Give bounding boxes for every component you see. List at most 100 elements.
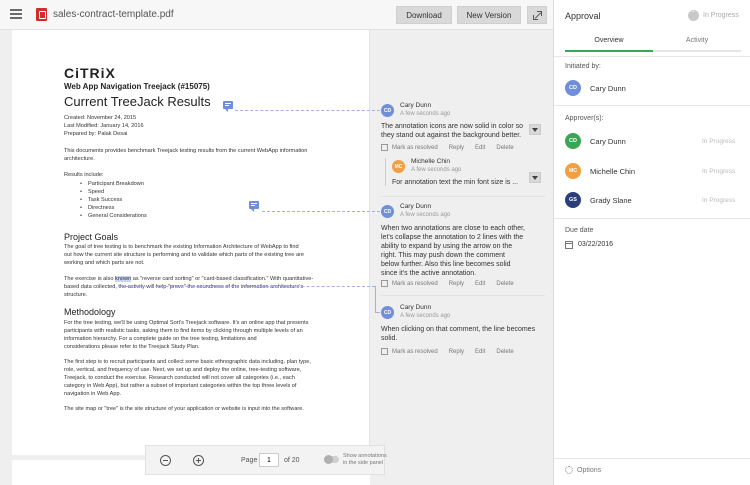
approver-name: Cary Dunn (590, 137, 626, 146)
annotation-connector-active (120, 286, 375, 287)
options-button[interactable]: Options (565, 466, 601, 474)
resolve-label: Mark as resolved (392, 145, 438, 152)
comment-text-line[interactable]: solid. (381, 334, 397, 344)
page-total: of 20 (284, 457, 300, 464)
reply-link[interactable]: Reply (449, 145, 464, 151)
reply-link[interactable]: Reply (449, 349, 464, 355)
delete-link[interactable]: Delete (496, 281, 513, 287)
delete-link[interactable]: Delete (496, 145, 513, 151)
comment-time: A few seconds ago (400, 111, 451, 117)
download-button[interactable]: Download (396, 6, 452, 24)
annotation-connector (262, 211, 380, 212)
comment-author: Cary Dunn (400, 203, 432, 210)
comment-divider (380, 295, 545, 296)
options-label: Options (577, 466, 602, 474)
toolbar: sales-contract-template.pdf Download New… (0, 0, 553, 30)
approver-status: In Progress (702, 197, 736, 204)
approvers-label: Approver(s): (565, 115, 604, 122)
approver-name: Michelle Chin (590, 167, 636, 176)
methodology-heading: Methodology (64, 307, 116, 317)
resolve-action[interactable]: Mark as resolved (381, 348, 438, 355)
comment-time: A few seconds ago (411, 167, 462, 173)
resolve-checkbox[interactable] (381, 144, 388, 151)
comment-time: A few seconds ago (400, 212, 451, 218)
expand-comment-button[interactable] (529, 172, 541, 183)
comment-actions: Mark as resolved Reply Edit Delete (381, 280, 514, 287)
avatar: CD (381, 205, 394, 218)
results-list: Participant Breakdown Speed Task Success… (88, 180, 147, 220)
doc-subtitle: Web App Navigation Treejack (#15075) (64, 82, 210, 91)
approver-name: Grady Slane (590, 196, 632, 205)
resolve-action[interactable]: Mark as resolved (381, 144, 438, 151)
resolve-action[interactable]: Mark as resolved (381, 280, 438, 287)
comment-actions: Mark as resolved Reply Edit Delete (381, 144, 514, 151)
doc-results-label: Results include: (64, 172, 104, 178)
comment-text-line[interactable]: When clicking on that comment, the line … (381, 325, 535, 335)
annotations-toggle[interactable] (324, 455, 339, 464)
annotation-connector-active (375, 286, 376, 312)
comment-actions: Mark as resolved Reply Edit Delete (381, 348, 514, 355)
list-item: Participant Breakdown (88, 180, 147, 188)
tab-activity[interactable]: Activity (653, 34, 741, 52)
initiated-label: Initiated by: (565, 63, 601, 70)
calendar-icon (565, 241, 573, 249)
doc-method-line: considerations please refer to the Treej… (64, 344, 200, 350)
annotation-marker-icon[interactable] (223, 101, 233, 112)
resolve-checkbox[interactable] (381, 280, 388, 287)
expand-comment-button[interactable] (529, 124, 541, 135)
list-item: General Considerations (88, 212, 147, 220)
zoom-out-icon[interactable] (160, 455, 171, 466)
panel-divider (554, 105, 750, 106)
avatar: GS (565, 192, 581, 208)
avatar: CD (381, 306, 394, 319)
list-item: Task Success (88, 196, 147, 204)
page-number-input[interactable] (259, 453, 279, 467)
highlighted-text[interactable]: known (115, 276, 132, 282)
edit-link[interactable]: Edit (475, 145, 485, 151)
edit-link[interactable]: Edit (475, 349, 485, 355)
panel-divider (554, 56, 750, 57)
page-controls: Page of 20 Show annotations in the side … (145, 445, 387, 475)
tab-overview[interactable]: Overview (565, 34, 653, 52)
doc-intro-line: This documents provides benchmark Treeja… (64, 148, 308, 154)
edit-link[interactable]: Edit (475, 281, 485, 287)
expand-icon (532, 10, 542, 20)
menu-icon[interactable] (10, 9, 22, 19)
exercise-text-post: as "reverse card sorting" or "card-based… (131, 276, 314, 282)
initiator-name: Cary Dunn (590, 84, 626, 93)
goals-heading: Project Goals (64, 232, 119, 242)
doc-intro-line: architecture. (64, 156, 95, 162)
doc-meta-author: Prepared by: Palak Desai (64, 131, 128, 137)
zoom-in-icon[interactable] (193, 455, 204, 466)
exercise-text-pre: The exercise is also (64, 276, 115, 282)
comment-text-line[interactable]: they stand out against the background be… (381, 131, 521, 141)
annotation-connector (235, 110, 380, 111)
comment-time: A few seconds ago (400, 313, 451, 319)
reply-link[interactable]: Reply (449, 281, 464, 287)
comment-author: Cary Dunn (400, 102, 432, 109)
page-label: Page (241, 457, 258, 464)
comment-text-line[interactable]: since it's the active annotation. (381, 269, 476, 279)
expand-button[interactable] (527, 6, 547, 24)
new-version-button[interactable]: New Version (457, 6, 521, 24)
avatar: CD (381, 104, 394, 117)
delete-link[interactable]: Delete (496, 349, 513, 355)
doc-title: Current TreeJack Results (64, 94, 211, 109)
resolve-label: Mark as resolved (392, 281, 438, 288)
approver-status: In Progress (702, 138, 736, 145)
due-date-value[interactable]: 03/22/2016 (578, 241, 613, 248)
doc-goals-line: working and which parts are not. (64, 260, 145, 266)
doc-exercise-line: based data collected, the activity will … (64, 284, 304, 290)
more-icon[interactable] (688, 7, 699, 21)
comment-text-line[interactable]: For annotation text the min font size is… (392, 178, 518, 188)
panel-divider (554, 458, 750, 459)
annotation-marker-icon[interactable] (249, 201, 259, 212)
annotation-connector-active (375, 312, 380, 313)
list-item: Directness (88, 204, 147, 212)
doc-exercise-line: structure. (64, 292, 88, 298)
comment-author: Michelle Chin (411, 158, 451, 165)
avatar: MC (565, 163, 581, 179)
resolve-checkbox[interactable] (381, 348, 388, 355)
approval-panel: Approval In Progress Overview Activity I… (553, 0, 750, 485)
approval-status: In Progress (688, 7, 739, 21)
